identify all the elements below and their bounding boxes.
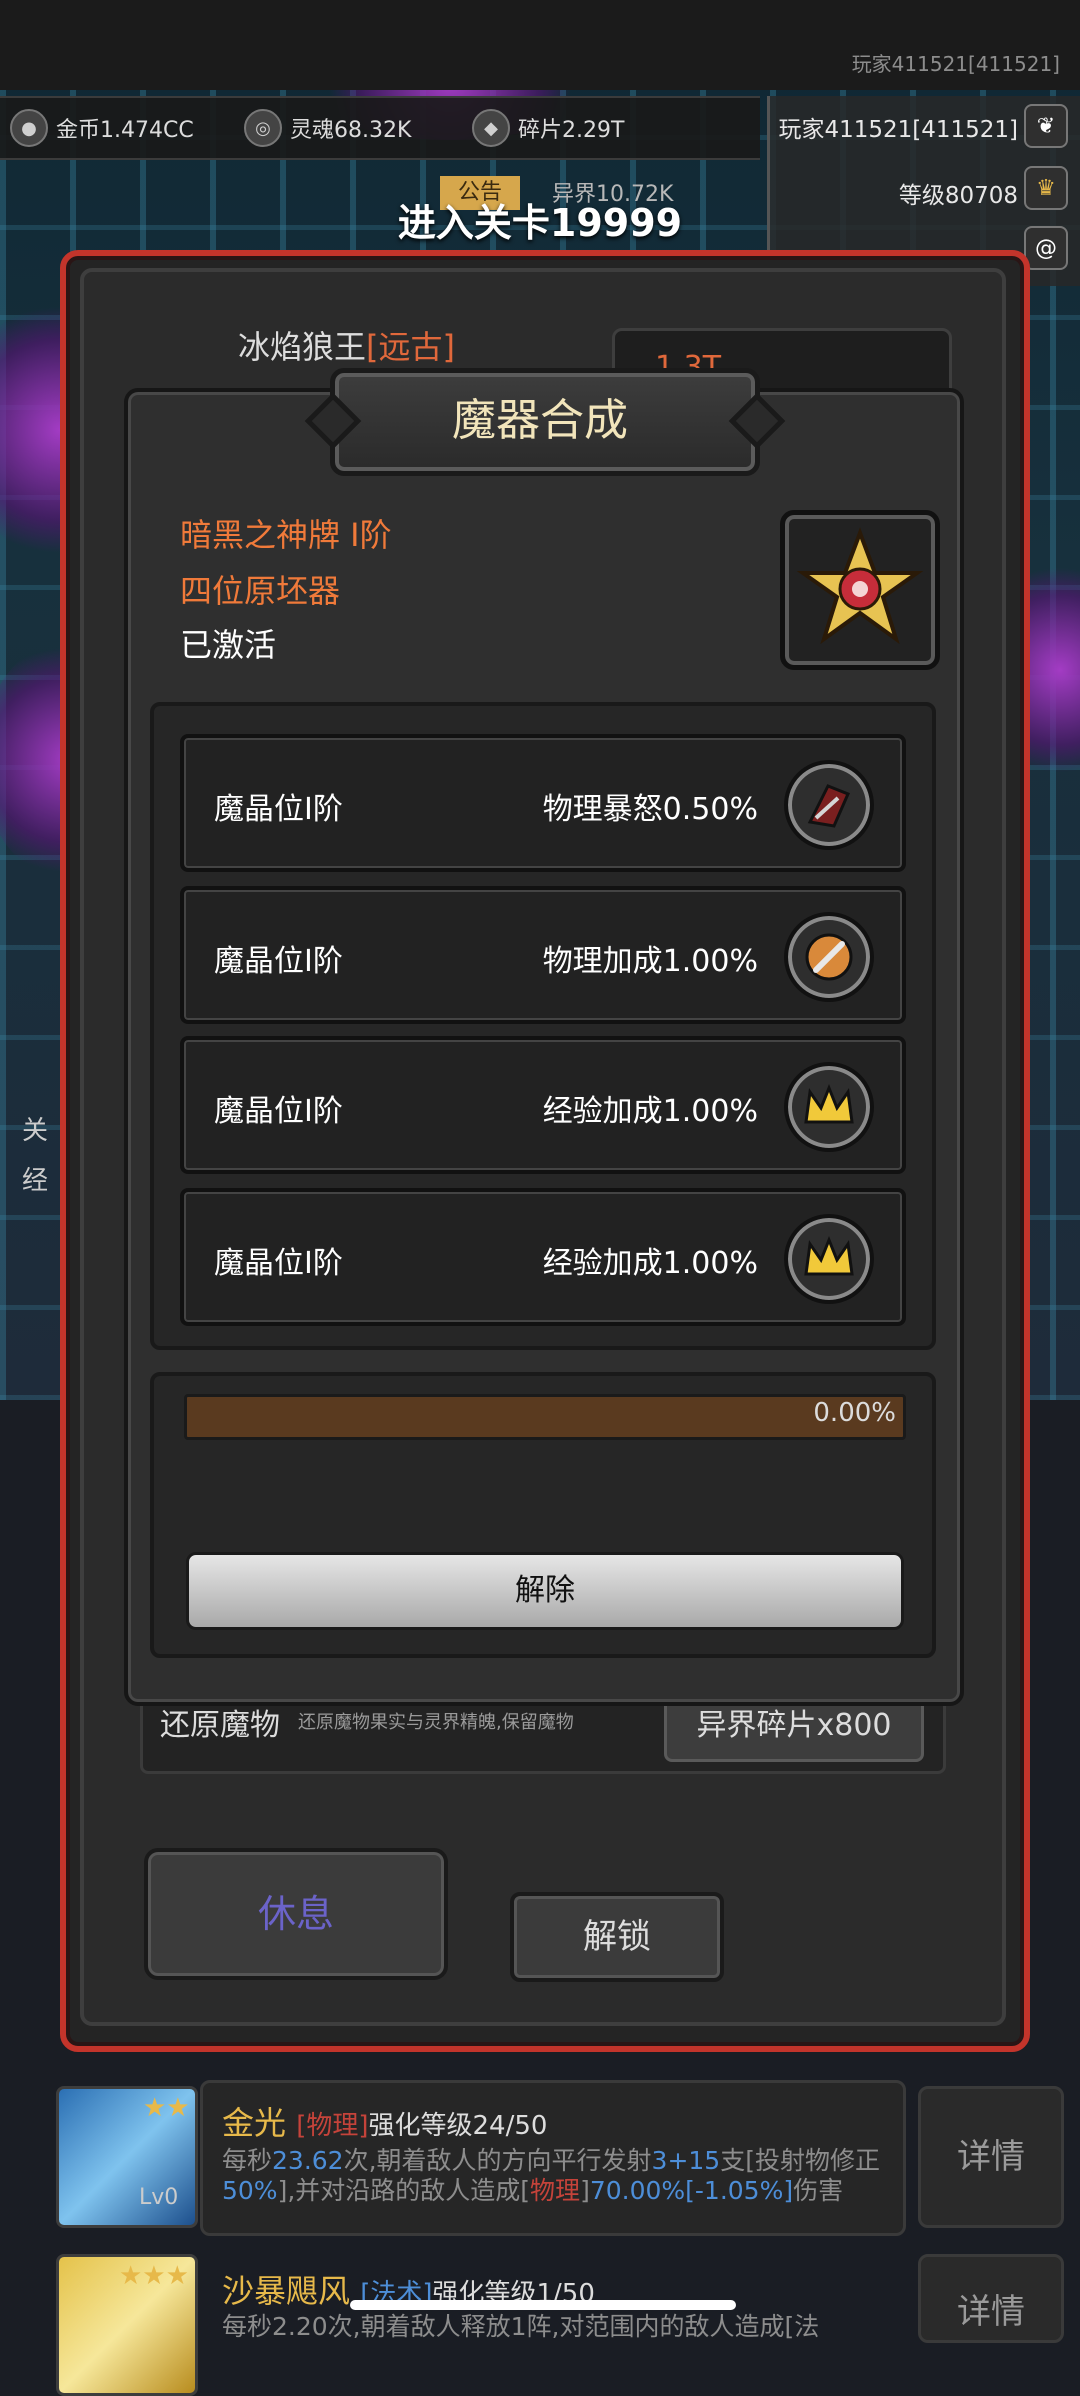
soul-icon: ◎ bbox=[244, 109, 282, 147]
shard-resource: ◆ 碎片2.29T bbox=[472, 109, 624, 147]
slot-name: 魔晶位I阶 bbox=[214, 792, 343, 827]
star-icon: ★★★ bbox=[119, 2261, 189, 2291]
gold-resource: ● 金币1.474CC bbox=[10, 109, 194, 147]
gold-coin-icon: ● bbox=[10, 109, 48, 147]
top-status-bar: 玩家411521[411521] bbox=[0, 0, 1080, 90]
player-name: 玩家411521[411521] bbox=[778, 117, 1018, 143]
home-indicator[interactable] bbox=[350, 2300, 736, 2310]
slot-attribute: 经验加成1.00% bbox=[542, 1246, 758, 1281]
shard-icon: ◆ bbox=[472, 109, 510, 147]
player-id-small: 玩家411521[411521] bbox=[851, 52, 1060, 76]
skill-name: 金光 [物理]强化等级24/50 bbox=[222, 2104, 548, 2142]
stage-title: 进入关卡19999 bbox=[397, 201, 683, 245]
sword-icon[interactable] bbox=[784, 912, 874, 1002]
skill-thumb-golden-light[interactable]: Lv0 ★★ bbox=[56, 2086, 198, 2228]
soul-resource: ◎ 灵魂68.32K bbox=[244, 109, 411, 147]
skill-thumb-sandstorm[interactable]: ★★★ bbox=[56, 2254, 198, 2396]
modal-title: 魔器合成 bbox=[452, 395, 628, 446]
slot-attribute: 物理加成1.00% bbox=[542, 944, 758, 979]
skill-desc: 每秒2.20次,朝着敌人释放1阵,对范围内的敌人造成[法 bbox=[222, 2312, 820, 2341]
restore-desc: 还原魔物果实与灵界精魄,保留魔物 bbox=[298, 1712, 574, 1733]
slot-attribute: 经验加成1.00% bbox=[542, 1094, 758, 1129]
artifact-type: 四位原坯器 bbox=[180, 572, 341, 610]
skill-desc: 每秒23.62次,朝着敌人的方向平行发射3+15支[投射物修正50%],并对沿路… bbox=[222, 2146, 880, 2205]
slot-name: 魔晶位I阶 bbox=[214, 1094, 343, 1129]
progress-label: 0.00% bbox=[813, 1398, 896, 1428]
slot-attribute: 物理暴怒0.50% bbox=[542, 792, 758, 827]
dark-god-plaque-icon[interactable] bbox=[780, 510, 940, 670]
slot-name: 魔晶位I阶 bbox=[214, 944, 343, 979]
synthesis-progress-bar bbox=[184, 1394, 906, 1440]
crown-icon[interactable] bbox=[784, 1214, 874, 1304]
unlock-button[interactable]: 解锁 bbox=[510, 1892, 724, 1982]
crown-icon[interactable] bbox=[784, 1062, 874, 1152]
claw-icon[interactable] bbox=[784, 760, 874, 850]
artifact-status: 已激活 bbox=[180, 626, 277, 664]
star-emblem-icon bbox=[796, 527, 924, 645]
side-label: 经 bbox=[22, 1166, 49, 1196]
release-button[interactable]: 解除 bbox=[186, 1552, 904, 1630]
side-label: 关 bbox=[22, 1116, 49, 1146]
artifact-name: 暗黑之神牌 I阶 bbox=[180, 516, 392, 554]
star-icon: ★★ bbox=[143, 2093, 190, 2123]
resource-bar: ● 金币1.474CC ◎ 灵魂68.32K ◆ 碎片2.29T bbox=[0, 96, 760, 160]
leaf-icon[interactable]: ❦ bbox=[1024, 104, 1068, 148]
slot-name: 魔晶位I阶 bbox=[214, 1246, 343, 1281]
restore-title: 还原魔物 bbox=[160, 1708, 280, 1743]
monster-name: 冰焰狼王[远古] bbox=[238, 328, 455, 366]
skill-detail-button[interactable]: 详情 bbox=[918, 2086, 1064, 2228]
rest-button[interactable]: 休息 bbox=[144, 1848, 448, 1980]
skill-detail-button[interactable]: 详情 bbox=[918, 2254, 1064, 2343]
